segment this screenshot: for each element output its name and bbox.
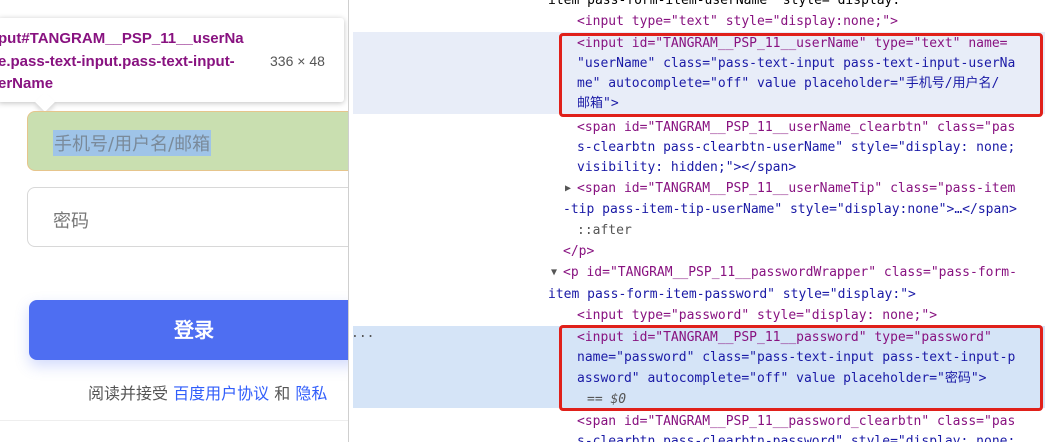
privacy-policy-link[interactable]: 隐私	[295, 384, 327, 403]
devtools-elements-panel: ... item pass-form-item-userName" style=…	[348, 0, 1045, 442]
tooltip-selector-line-3: erName	[0, 75, 54, 92]
annotation-box	[559, 325, 1043, 411]
dom-line[interactable]: <span id="TANGRAM__PSP_11__password_clea…	[577, 411, 1015, 432]
collapse-triangle-icon[interactable]: ▼	[551, 267, 557, 278]
annotation-box	[559, 33, 1043, 117]
username-input[interactable]: 手机号/用户名/邮箱	[27, 111, 348, 171]
dom-line-pseudo[interactable]: ::after	[577, 220, 632, 241]
login-button[interactable]: 登录	[29, 300, 348, 360]
node-ellipsis[interactable]: ...	[351, 326, 374, 341]
dom-line[interactable]: <input type="text" style="display:none;"…	[577, 11, 898, 32]
dom-line[interactable]: </p>	[563, 241, 594, 262]
dom-line[interactable]: s-clearbtn pass-clearbtn-userName" style…	[577, 137, 1015, 158]
expand-triangle-icon[interactable]: ▶	[565, 183, 571, 194]
agreement-text: 阅读并接受 百度用户协议 和 隐私	[88, 380, 327, 404]
dom-line[interactable]: visibility: hidden;"></span>	[577, 157, 796, 178]
dom-line[interactable]: <span id="TANGRAM__PSP_11__userNameTip" …	[577, 178, 1015, 199]
username-placeholder: 手机号/用户名/邮箱	[53, 130, 212, 156]
agreement-prefix: 阅读并接受	[88, 384, 169, 403]
page-preview: put#TANGRAM__PSP_11__userNa e.pass-text-…	[0, 0, 348, 442]
dom-line[interactable]: item pass-form-item-password" style="dis…	[548, 284, 916, 305]
dom-line[interactable]: item pass-form-item-userName" style="dis…	[548, 0, 900, 11]
divider	[0, 420, 348, 421]
tooltip-size: 336 × 48	[270, 53, 325, 69]
dom-line[interactable]: s-clearbtn pass-clearbtn-password" style…	[577, 431, 1015, 442]
dom-line[interactable]: <p id="TANGRAM__PSP_11__passwordWrapper"…	[563, 262, 1017, 283]
password-placeholder: 密码	[53, 211, 89, 232]
tooltip-selector-line-1: put#TANGRAM__PSP_11__userNa	[0, 30, 244, 47]
dom-line[interactable]: -tip pass-item-tip-userName" style="disp…	[563, 199, 1017, 220]
tooltip-selector-line-2: e.pass-text-input.pass-text-input-	[0, 53, 235, 70]
agreement-and: 和	[274, 384, 291, 403]
inspect-tooltip: put#TANGRAM__PSP_11__userNa e.pass-text-…	[0, 18, 344, 102]
password-input[interactable]: 密码	[27, 187, 348, 247]
user-agreement-link[interactable]: 百度用户协议	[173, 384, 269, 403]
dom-line[interactable]: <input type="password" style="display: n…	[577, 305, 937, 326]
dom-line[interactable]: <span id="TANGRAM__PSP_11__userName_clea…	[577, 117, 1015, 138]
